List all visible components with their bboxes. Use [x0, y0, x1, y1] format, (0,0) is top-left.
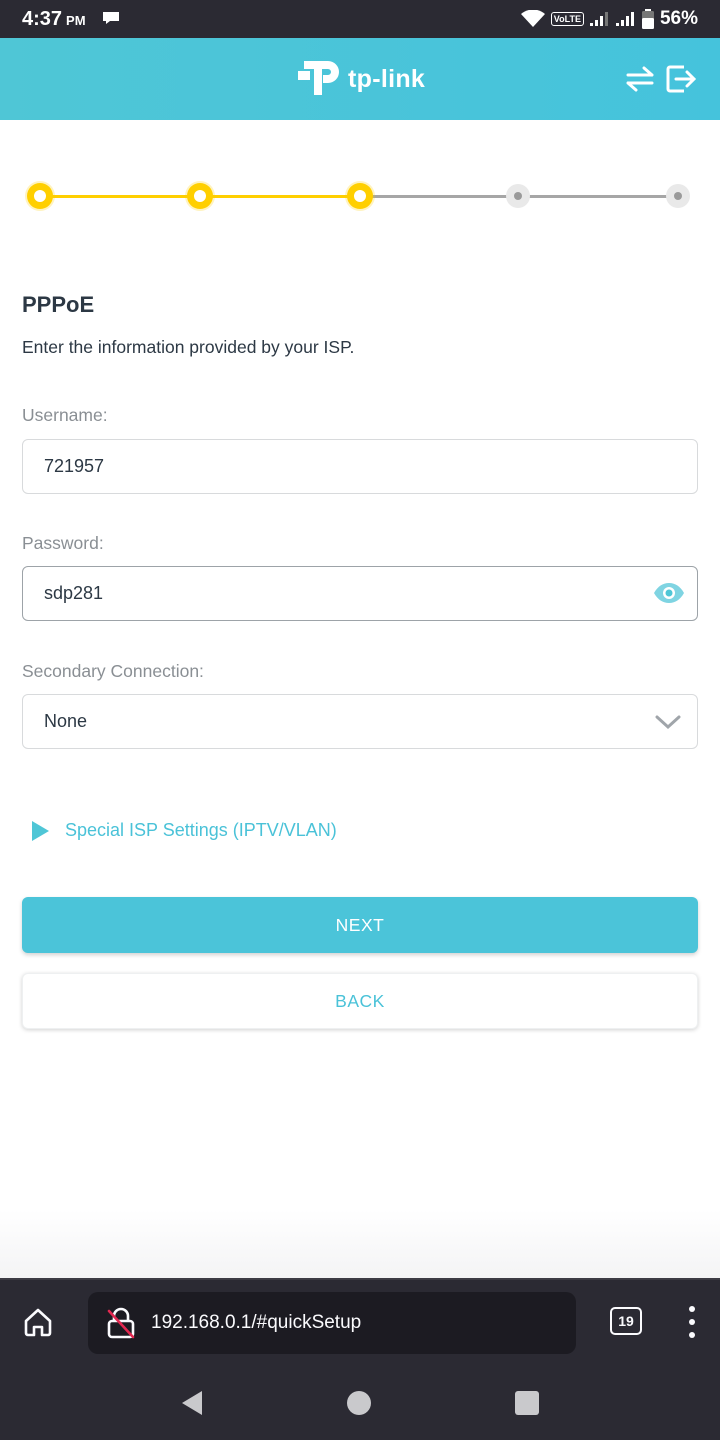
signal-icon — [589, 12, 608, 26]
special-isp-settings-toggle[interactable]: Special ISP Settings (IPTV/VLAN) — [32, 820, 337, 841]
battery-icon — [641, 9, 654, 29]
brand-name: tp-link — [348, 64, 426, 93]
home-icon[interactable] — [22, 1306, 54, 1338]
username-field[interactable]: 721957 — [22, 439, 698, 494]
battery-percent: 56% — [659, 8, 698, 29]
special-isp-settings-label: Special ISP Settings (IPTV/VLAN) — [65, 820, 337, 840]
app-header: tp-link — [0, 38, 720, 120]
setup-progress — [27, 178, 690, 214]
progress-step-1 — [27, 183, 53, 209]
password-label: Password: — [22, 533, 104, 553]
nav-recents-icon[interactable] — [515, 1391, 539, 1415]
page-bottom-fade — [0, 1210, 720, 1278]
secondary-connection-value: None — [44, 711, 88, 731]
progress-step-4 — [506, 184, 530, 208]
password-value: sdp281 — [44, 583, 104, 603]
chat-notification-icon — [103, 12, 119, 24]
status-icons: VoLTE 56% — [520, 7, 698, 31]
system-nav-bar — [0, 1366, 720, 1440]
progress-step-2 — [187, 183, 213, 209]
menu-icon[interactable] — [686, 1304, 698, 1340]
tp-link-logo-icon — [298, 61, 339, 95]
chevron-down-icon — [655, 715, 681, 730]
switch-icon[interactable] — [624, 66, 656, 92]
insecure-lock-icon[interactable] — [106, 1307, 136, 1339]
next-button[interactable]: NEXT — [22, 897, 698, 953]
browser-toolbar: 192.168.0.1/#quickSetup 19 — [0, 1278, 720, 1366]
password-field[interactable]: sdp281 — [22, 566, 698, 621]
tabs-button[interactable]: 19 — [610, 1307, 642, 1335]
status-time: 4:37 PM — [22, 8, 86, 30]
secondary-connection-select[interactable]: None — [22, 694, 698, 749]
eye-icon[interactable] — [653, 582, 685, 604]
nav-back-icon[interactable] — [180, 1390, 204, 1416]
volte-badge: VoLTE — [550, 12, 584, 26]
nav-home-icon[interactable] — [347, 1391, 371, 1415]
progress-step-5 — [666, 184, 690, 208]
url-bar[interactable]: 192.168.0.1/#quickSetup — [88, 1292, 576, 1354]
page-title: PPPoE — [22, 292, 95, 317]
tp-link-logo: tp-link — [296, 54, 425, 104]
logout-icon[interactable] — [664, 63, 696, 95]
page-description: Enter the information provided by your I… — [22, 337, 355, 357]
signal-icon-2 — [615, 12, 634, 26]
url-text: 192.168.0.1/#quickSetup — [151, 1312, 362, 1333]
username-label: Username: — [22, 405, 108, 425]
expand-triangle-icon — [32, 820, 49, 841]
back-button[interactable]: BACK — [22, 973, 698, 1029]
secondary-connection-label: Secondary Connection: — [22, 661, 204, 681]
username-value: 721957 — [44, 456, 105, 476]
progress-step-3 — [347, 183, 373, 209]
status-bar: 4:37 PM VoLTE 56% — [0, 0, 720, 38]
wifi-icon — [520, 10, 545, 27]
